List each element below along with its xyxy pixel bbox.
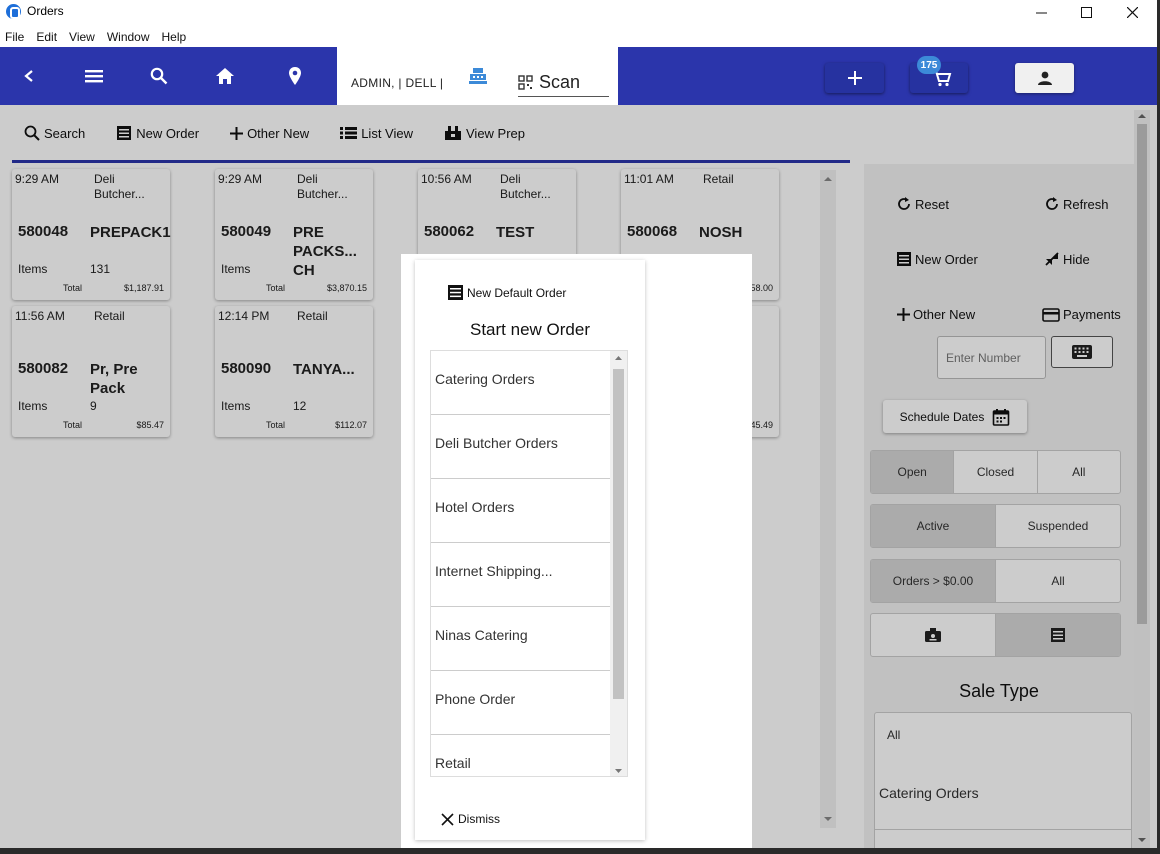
app-logo-icon [6, 4, 21, 19]
minimize-button[interactable] [1018, 0, 1064, 24]
minimize-icon [1035, 12, 1047, 13]
plus-icon [847, 71, 862, 85]
scroll-up-icon [615, 356, 622, 360]
close-icon [1126, 6, 1138, 18]
home-button[interactable] [205, 47, 245, 105]
scan-label: Scan [539, 72, 581, 92]
menu-edit[interactable]: Edit [36, 27, 57, 47]
order-type-item[interactable]: Phone Order [431, 671, 611, 735]
user-label: ADMIN, | DELL | [351, 76, 444, 90]
order-type-item[interactable]: Deli Butcher Orders [431, 415, 611, 479]
menu-window[interactable]: Window [107, 27, 150, 47]
orders-window: Orders File Edit View Window Help ADMIN,… [0, 0, 1157, 848]
order-type-item[interactable]: Ninas Catering [431, 607, 611, 671]
cart-button[interactable]: 175 [910, 56, 968, 93]
menu-button[interactable] [74, 47, 114, 105]
menu-bar: File Edit View Window Help [0, 27, 186, 47]
maximize-button[interactable] [1063, 0, 1109, 24]
menu-help[interactable]: Help [162, 27, 187, 47]
location-button[interactable] [275, 47, 315, 105]
order-type-item[interactable]: Retail [431, 735, 611, 776]
location-pin-icon [289, 67, 301, 85]
new-default-order-label: New Default Order [467, 285, 567, 300]
maximize-icon [1080, 6, 1092, 18]
cart-count-badge: 175 [917, 56, 941, 74]
menu-view[interactable]: View [69, 27, 95, 47]
order-type-item[interactable]: Hotel Orders [431, 479, 611, 543]
user-panel: ADMIN, | DELL | Scan [337, 47, 618, 105]
new-order-dialog: New Default Order Start new Order Cateri… [401, 254, 752, 848]
close-icon [441, 812, 454, 826]
scrollbar-thumb[interactable] [613, 369, 624, 699]
scroll-down-icon [615, 769, 622, 773]
scan-input[interactable]: Scan [518, 69, 609, 97]
order-type-item[interactable]: Catering Orders [431, 351, 611, 415]
app-bar: ADMIN, | DELL | Scan 175 [0, 47, 1157, 105]
search-nav-button[interactable] [139, 47, 179, 105]
dismiss-label: Dismiss [458, 812, 500, 826]
close-window-button[interactable] [1109, 0, 1155, 24]
back-button[interactable] [9, 47, 49, 105]
new-default-order-button[interactable]: New Default Order [447, 284, 566, 301]
qr-code-icon [518, 75, 533, 90]
dialog-title: Start new Order [470, 320, 590, 339]
menu-file[interactable]: File [5, 27, 24, 47]
receipt-icon [448, 285, 463, 300]
person-icon [1037, 71, 1052, 85]
order-type-scrollbar[interactable] [610, 351, 627, 776]
add-button[interactable] [825, 63, 884, 93]
chevron-left-icon [24, 70, 33, 82]
account-button[interactable] [1015, 63, 1074, 93]
order-type-list: Catering Orders Deli Butcher Orders Hote… [430, 350, 628, 777]
home-icon [216, 68, 234, 84]
hamburger-icon [85, 70, 103, 83]
window-title: Orders [27, 4, 64, 18]
title-bar: Orders [0, 0, 1157, 24]
cash-register-icon[interactable] [468, 67, 488, 90]
dismiss-button[interactable]: Dismiss [441, 812, 500, 826]
search-icon [150, 67, 168, 85]
order-type-item[interactable]: Internet Shipping... [431, 543, 611, 607]
new-order-panel: New Default Order Start new Order Cateri… [415, 260, 645, 840]
